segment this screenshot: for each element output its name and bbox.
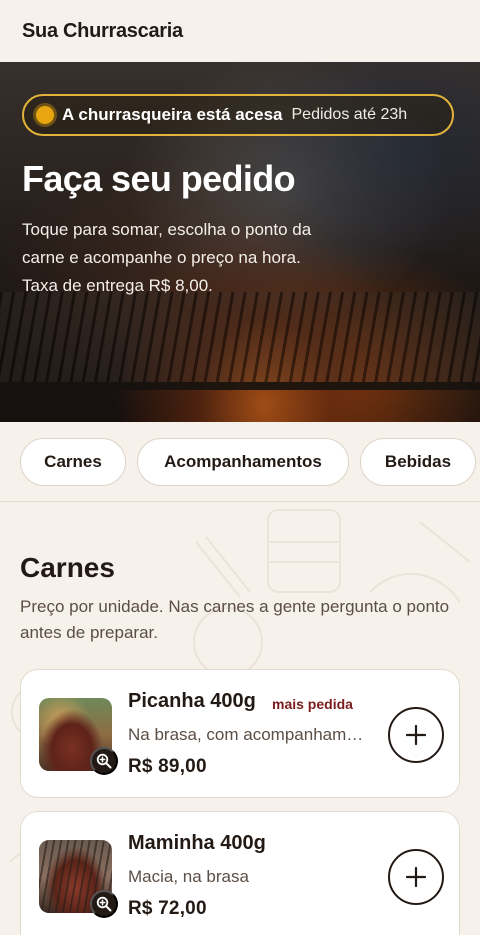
zoom-in-icon[interactable] (90, 890, 118, 918)
plus-icon (405, 724, 427, 746)
status-dot-icon (36, 106, 54, 124)
hero-banner: A churrasqueira está acesa Pedidos até 2… (0, 62, 480, 422)
status-main-text: A churrasqueira está acesa (62, 105, 283, 124)
plus-icon (405, 866, 427, 888)
tab-acompanhamentos[interactable]: Acompanhamentos (137, 437, 349, 486)
item-description: Na brasa, com acompanhamentos (128, 725, 368, 744)
category-tabs: Carnes Acompanhamentos Bebidas (0, 422, 480, 502)
hero-title: Faça seu pedido (22, 158, 296, 199)
tab-bebidas[interactable]: Bebidas (360, 437, 476, 486)
menu-item-card[interactable]: Maminha 400g Macia, na brasa R$ 72,00 (20, 811, 460, 935)
section-title: Carnes (20, 552, 115, 583)
top-bar: Sua Churrascaria (0, 0, 480, 62)
zoom-in-icon[interactable] (90, 747, 118, 775)
add-to-cart-button[interactable] (388, 849, 444, 905)
add-to-cart-button[interactable] (388, 707, 444, 763)
status-badge: A churrasqueira está acesa Pedidos até 2… (22, 94, 454, 136)
menu-item-card[interactable]: Picanha 400g mais pedida Na brasa, com a… (20, 669, 460, 798)
status-hours-text: Pedidos até 23h (291, 106, 408, 123)
hero-description: Toque para somar, escolha o ponto da car… (22, 220, 312, 295)
item-name: Maminha 400g (128, 832, 266, 854)
item-price: R$ 89,00 (128, 756, 207, 777)
item-description: Macia, na brasa (128, 867, 249, 886)
item-name: Picanha 400g (128, 690, 256, 712)
brand-name[interactable]: Sua Churrascaria (22, 20, 183, 43)
popular-badge: mais pedida (272, 696, 353, 712)
item-price: R$ 72,00 (128, 898, 207, 919)
tab-carnes[interactable]: Carnes (20, 437, 126, 486)
menu-section: Carnes Preço por unidade. Nas carnes a g… (0, 502, 480, 935)
section-description: Preço por unidade. Nas carnes a gente pe… (20, 597, 450, 642)
